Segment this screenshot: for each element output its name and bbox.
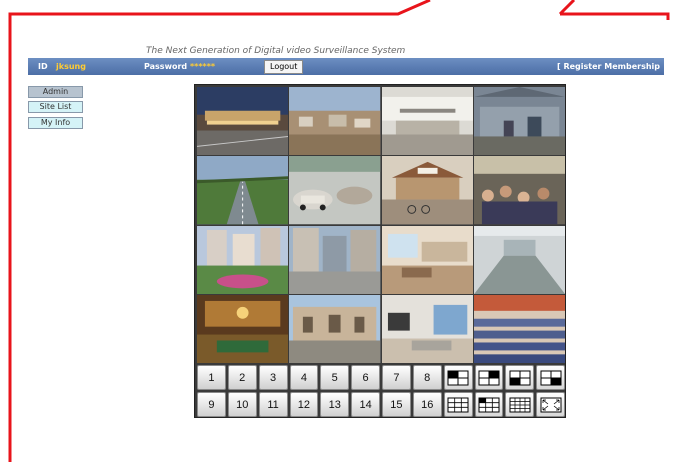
camera-view-interior-room[interactable] [381,225,473,294]
camera-view-empty-hall[interactable] [473,225,565,294]
camera-view-street-buildings[interactable] [289,225,381,294]
quad-bottom-right-layout-button[interactable] [536,365,565,390]
split-16-layout-button[interactable] [505,392,535,417]
login-bar: ID jksung Password ****** Logout [ Regis… [28,58,664,75]
quad-top-right-icon [478,370,500,385]
fullscreen-layout-button[interactable] [536,392,565,417]
fullscreen-icon [540,397,562,412]
sidebar-item-site-list[interactable]: Site List [28,101,83,113]
channel-8-button[interactable]: 8 [412,365,442,390]
id-value: jksung [56,62,86,71]
quad-bottom-left-layout-button[interactable] [505,365,535,390]
channel-5-button[interactable]: 5 [320,365,350,390]
channel-control-panel: 1 2 3 4 5 6 7 8 9 10 11 12 13 14 15 16 [197,365,565,417]
camera-view-courtyard[interactable] [289,294,381,363]
split-9-numbered-icon [478,397,500,412]
camera-view-crowded-market[interactable] [473,156,565,225]
split-9-layout-button[interactable] [443,392,473,417]
channel-15-button[interactable]: 15 [382,392,411,417]
tagline: The Next Generation of Digital video Sur… [146,46,406,56]
channel-14-button[interactable]: 14 [351,392,380,417]
channel-11-button[interactable]: 11 [258,392,288,417]
camera-view-airport-terminal-night[interactable] [197,87,289,156]
channel-7-button[interactable]: 7 [382,365,411,390]
channel-6-button[interactable]: 6 [351,365,380,390]
camera-view-parking-lot[interactable] [289,156,381,225]
channel-9-button[interactable]: 9 [197,392,226,417]
quad-bottom-right-icon [540,370,562,385]
channel-4-button[interactable]: 4 [289,365,319,390]
camera-view-ballroom[interactable] [197,294,289,363]
camera-monitor-panel: 1 2 3 4 5 6 7 8 9 10 11 12 13 14 15 16 [194,84,566,418]
channel-12-button[interactable]: 12 [289,392,319,417]
camera-grid [197,87,565,363]
logout-button[interactable]: Logout [264,60,304,74]
split-9-numbered-layout-button[interactable] [474,392,504,417]
camera-view-highway[interactable] [197,156,289,225]
camera-view-office-lobby[interactable] [381,87,473,156]
split-9-icon [447,397,469,412]
register-membership-link[interactable]: [ Register Membership [557,58,660,75]
sidebar-item-admin[interactable]: Admin [28,86,83,98]
channel-2-button[interactable]: 2 [227,365,257,390]
camera-view-apartment-garden[interactable] [197,225,289,294]
camera-view-factory-warehouse[interactable] [473,87,565,156]
camera-view-bicycle-parking[interactable] [381,156,473,225]
channel-3-button[interactable]: 3 [258,365,288,390]
channel-13-button[interactable]: 13 [320,392,350,417]
quad-bottom-left-icon [509,370,531,385]
quad-top-right-layout-button[interactable] [474,365,504,390]
quad-top-left-icon [447,370,469,385]
sidebar-item-my-info[interactable]: My Info [28,117,83,129]
quad-top-left-layout-button[interactable] [443,365,473,390]
camera-view-auditorium-seats[interactable] [473,294,565,363]
channel-16-button[interactable]: 16 [412,392,442,417]
password-label: Password [144,62,188,71]
camera-view-construction-site[interactable] [289,87,381,156]
id-label: ID [38,62,48,71]
channel-10-button[interactable]: 10 [227,392,257,417]
split-16-icon [509,397,531,412]
camera-view-living-room[interactable] [381,294,473,363]
channel-1-button[interactable]: 1 [197,365,226,390]
password-value: ****** [190,62,216,71]
